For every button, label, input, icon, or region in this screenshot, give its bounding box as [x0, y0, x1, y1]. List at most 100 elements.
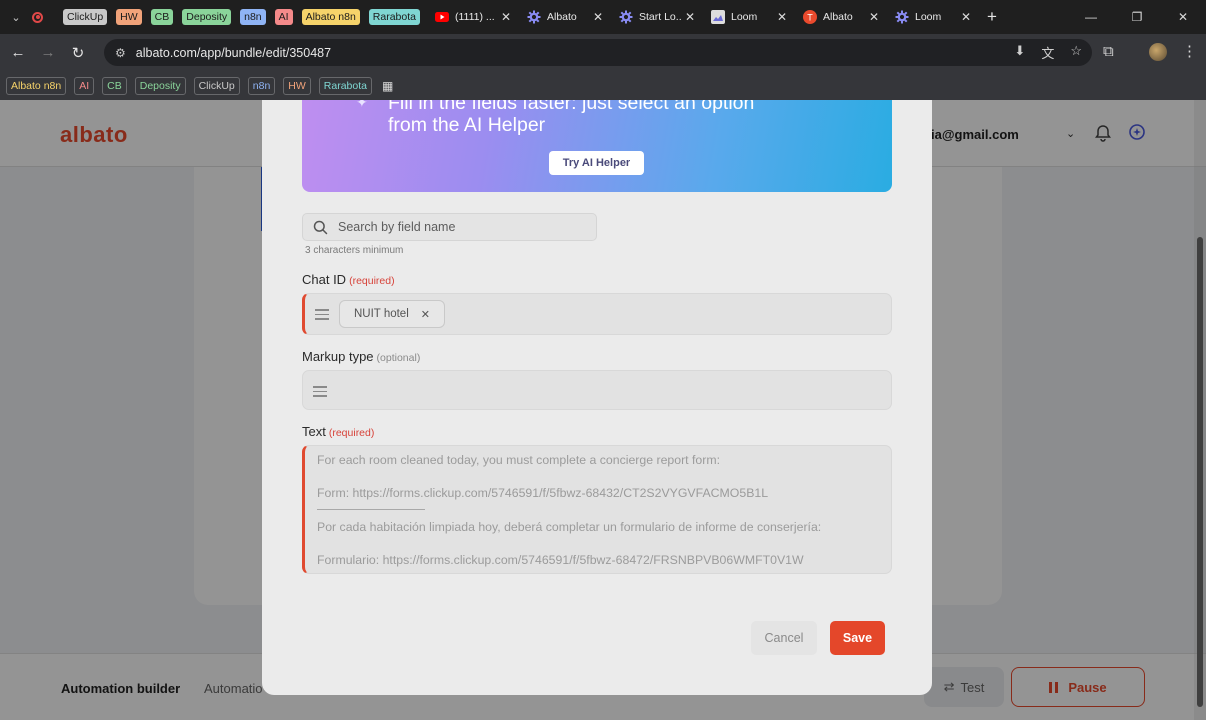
- text-line: Formulario: https://forms.clickup.com/57…: [317, 553, 804, 567]
- install-app-icon[interactable]: ⬇: [1014, 43, 1025, 62]
- tab-title: (1111) ...: [455, 11, 495, 23]
- tab-group-chip[interactable]: CB: [150, 9, 174, 25]
- browser-menu-icon[interactable]: ⋮: [1182, 42, 1197, 60]
- optional-tag: (optional): [376, 352, 421, 364]
- page-scrollbar-thumb[interactable]: [1197, 237, 1203, 707]
- markup-type-label: Markup type (optional): [302, 349, 420, 364]
- back-icon[interactable]: ←: [3, 44, 33, 61]
- tab-group-chip[interactable]: Rarabota: [368, 9, 420, 25]
- bookmark-item[interactable]: AI: [74, 76, 95, 95]
- tab-search-chevron-icon[interactable]: ⌄: [0, 11, 32, 24]
- profile-avatar[interactable]: [1149, 43, 1167, 61]
- minimize-icon[interactable]: —: [1068, 10, 1114, 24]
- text-field[interactable]: For each room cleaned today, you must co…: [302, 445, 892, 574]
- save-button[interactable]: Save: [830, 621, 885, 655]
- search-hint: 3 characters minimum: [305, 245, 404, 256]
- tab-group-chip[interactable]: n8n: [240, 9, 266, 25]
- browser-tab[interactable]: Albato ✕: [521, 4, 613, 30]
- ai-banner-title: Fill in the fields faster: just select a…: [388, 100, 828, 136]
- tab-group-chip[interactable]: Deposity: [182, 9, 232, 25]
- bookmark-item[interactable]: Deposity: [134, 76, 186, 95]
- bookmark-item[interactable]: CB: [102, 76, 127, 95]
- omnibox-actions: ⬇ 文 ☆: [1014, 43, 1082, 62]
- tab-group-chip[interactable]: HW: [116, 9, 142, 25]
- albato-orange-icon: T: [803, 10, 817, 24]
- reload-icon[interactable]: ↻: [63, 44, 93, 62]
- omnibox[interactable]: ⚙ albato.com/app/bundle/edit/350487 ⬇ 文 …: [104, 39, 1092, 66]
- bookmark-item[interactable]: Rarabota: [318, 76, 372, 95]
- recording-indicator-icon[interactable]: [32, 11, 43, 23]
- tab-title: Albato: [823, 11, 853, 23]
- extensions-icon[interactable]: ⧉: [1103, 43, 1114, 60]
- browser-tab[interactable]: Loom ✕: [705, 4, 797, 30]
- close-tab-icon[interactable]: ✕: [869, 10, 879, 24]
- chat-id-label: Chat ID (required): [302, 272, 395, 287]
- bookmark-item[interactable]: Albato n8n: [6, 76, 67, 95]
- new-tab-icon[interactable]: +: [987, 7, 997, 27]
- markup-type-label-text: Markup type: [302, 349, 374, 364]
- bookmark-item[interactable]: HW: [283, 76, 311, 95]
- browser-tab-strip: ⌄ ClickUp HW CB Deposity n8n AI Albato n8n Rara…: [0, 0, 1206, 34]
- chat-id-chip[interactable]: NUIT hotel ✕: [339, 300, 445, 328]
- close-tab-icon[interactable]: ✕: [961, 10, 971, 24]
- close-tab-icon[interactable]: ✕: [777, 10, 787, 24]
- browser-tab[interactable]: (1111) ... ✕: [429, 4, 521, 30]
- chat-id-label-text: Chat ID: [302, 272, 347, 287]
- restore-icon[interactable]: ❐: [1114, 10, 1160, 24]
- text-field-value[interactable]: For each room cleaned today, you must co…: [317, 452, 882, 585]
- browser-tab[interactable]: T Albato ✕: [797, 4, 889, 30]
- chip-label: NUIT hotel: [354, 308, 409, 320]
- site-info-icon[interactable]: ⚙: [115, 46, 126, 60]
- cancel-button[interactable]: Cancel: [751, 621, 817, 655]
- tab-groups: ClickUp HW CB Deposity n8n AI Albato n8n Rarabo…: [63, 9, 429, 25]
- list-icon[interactable]: [315, 306, 329, 323]
- bookmark-item[interactable]: n8n: [247, 76, 276, 95]
- required-tag: (required): [328, 427, 375, 439]
- markup-type-field[interactable]: [302, 370, 892, 410]
- browser-tabs: (1111) ... ✕ Albato ✕ Start Lo... ✕ Loom ✕ T Alba…: [429, 4, 981, 30]
- bookmark-item[interactable]: ClickUp: [193, 76, 240, 95]
- tab-group-chip[interactable]: Albato n8n: [301, 9, 360, 25]
- ai-banner-title-line1: Fill in the fields faster: just select a…: [388, 100, 755, 114]
- field-search[interactable]: [302, 213, 597, 241]
- tab-title: Loom: [731, 11, 758, 23]
- close-tab-icon[interactable]: ✕: [501, 10, 511, 24]
- albato-gear-icon: [619, 10, 633, 24]
- ai-banner-title-line2: from the AI Helper: [388, 114, 546, 136]
- close-tab-icon[interactable]: ✕: [593, 10, 603, 24]
- forward-icon[interactable]: →: [33, 44, 63, 61]
- text-label-text: Text: [302, 424, 326, 439]
- albato-gear-icon: [527, 10, 541, 24]
- required-tag: (required): [349, 275, 395, 287]
- close-window-icon[interactable]: ✕: [1160, 10, 1206, 24]
- translate-icon[interactable]: 文: [1041, 43, 1054, 62]
- chip-remove-icon[interactable]: ✕: [421, 308, 430, 321]
- apps-grid-icon[interactable]: ▦: [382, 79, 393, 93]
- browser-tab[interactable]: Start Lo... ✕: [613, 4, 705, 30]
- albato-gear-icon: [895, 10, 909, 24]
- url-text[interactable]: albato.com/app/bundle/edit/350487: [136, 46, 331, 60]
- tab-title: Loom: [915, 11, 942, 23]
- search-icon: [313, 220, 328, 234]
- browser-tab[interactable]: Loom ✕: [889, 4, 981, 30]
- text-line: Por cada habitación limpiada hoy, deberá…: [317, 520, 822, 534]
- tab-group-chip[interactable]: ClickUp: [63, 9, 108, 25]
- loom-icon: [711, 10, 725, 24]
- address-toolbar: ← → ↻ ⚙ albato.com/app/bundle/edit/35048…: [0, 34, 1206, 71]
- chat-id-field[interactable]: NUIT hotel ✕: [302, 293, 892, 335]
- window-controls: — ❐ ✕: [1068, 0, 1206, 34]
- tab-title: Start Lo...: [639, 11, 681, 23]
- search-input[interactable]: [338, 220, 578, 234]
- divider: [317, 509, 425, 510]
- field-mapping-modal: ✦ Fill in the fields faster: just select…: [262, 100, 932, 695]
- text-line: For each room cleaned today, you must co…: [317, 453, 721, 467]
- close-tab-icon[interactable]: ✕: [685, 10, 695, 24]
- try-ai-helper-button[interactable]: Try AI Helper: [549, 151, 644, 175]
- list-icon[interactable]: [313, 383, 327, 400]
- tab-group-chip[interactable]: AI: [274, 9, 293, 25]
- bookmark-star-icon[interactable]: ☆: [1070, 43, 1082, 62]
- bookmark-items: Albato n8n AI CB Deposity ClickUp n8n HW Rarabo…: [6, 76, 380, 95]
- svg-text:T: T: [807, 13, 813, 23]
- text-label: Text (required): [302, 424, 374, 439]
- text-line: Form: https://forms.clickup.com/5746591/…: [317, 486, 769, 500]
